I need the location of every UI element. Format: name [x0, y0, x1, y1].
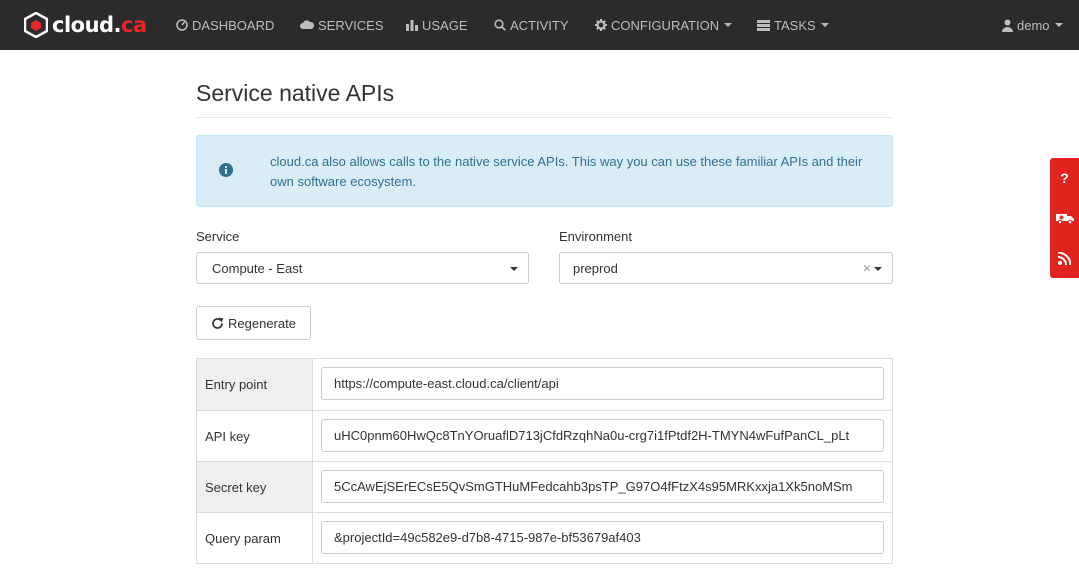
nav-usage[interactable]: USAGE	[406, 0, 468, 50]
nav-dashboard-label: DASHBOARD	[192, 17, 275, 33]
logo-text-accent: ca	[121, 13, 147, 37]
nav-configuration-label: CONFIGURATION	[611, 17, 720, 33]
cloudca-logo[interactable]: cloud.ca	[24, 10, 147, 40]
table-row: Entry point https://compute-east.cloud.c…	[197, 359, 892, 410]
cloud-icon	[300, 20, 314, 30]
api-key-label: API key	[197, 411, 313, 461]
environment-select[interactable]: preprod ×	[559, 252, 893, 284]
logo-text-main: cloud.	[52, 13, 122, 37]
clear-icon[interactable]: ×	[863, 260, 871, 276]
service-select-value: Compute - East	[212, 261, 303, 276]
api-key-field[interactable]: uHC0pnm60HwQc8TnYOruaflD713jCfdRzqhNa0u-…	[321, 419, 884, 452]
nav-dashboard[interactable]: DASHBOARD	[176, 0, 274, 50]
nav-services-label: SERVICES	[318, 17, 384, 33]
nav-usage-label: USAGE	[422, 17, 468, 33]
nav-tasks-label: TASKS	[774, 17, 816, 33]
rss-icon	[1058, 251, 1071, 265]
rss-tab[interactable]	[1050, 238, 1079, 278]
service-label: Service	[196, 229, 240, 244]
user-icon	[1002, 19, 1013, 32]
chevron-down-icon	[820, 23, 829, 27]
environment-select-value: preprod	[573, 261, 618, 276]
service-select[interactable]: Compute - East	[196, 252, 529, 284]
environment-label: Environment	[559, 229, 632, 244]
username-label: demo	[1017, 17, 1050, 33]
ambulance-icon	[1055, 214, 1074, 224]
secret-key-field[interactable]: 5CcAwEjSErECsE5QvSmGTHuMFedcahb3psTP_G97…	[321, 470, 884, 503]
chevron-down-icon	[510, 267, 518, 271]
title-divider	[196, 117, 893, 118]
query-param-field[interactable]: &projectId=49c582e9-d7b8-4715-987e-bf536…	[321, 521, 884, 554]
tasks-icon	[757, 19, 770, 31]
chevron-down-icon	[874, 267, 882, 271]
credentials-table: Entry point https://compute-east.cloud.c…	[196, 358, 893, 564]
info-alert-text: cloud.ca also allows calls to the native…	[270, 154, 863, 189]
cube-logo-icon	[24, 12, 48, 38]
gear-icon	[595, 19, 607, 31]
info-circle-icon	[219, 163, 233, 177]
nav-configuration[interactable]: CONFIGURATION	[595, 0, 733, 50]
query-param-label: Query param	[197, 513, 313, 563]
logo-text: cloud.ca	[52, 13, 147, 37]
nav-tasks[interactable]: TASKS	[757, 0, 829, 50]
secret-key-label: Secret key	[197, 462, 313, 512]
refresh-icon	[211, 317, 224, 330]
bar-chart-icon	[406, 19, 418, 31]
nav-activity-label: ACTIVITY	[510, 17, 569, 33]
table-row: API key uHC0pnm60HwQc8TnYOruaflD713jCfdR…	[197, 410, 892, 461]
regenerate-button[interactable]: Regenerate	[196, 306, 311, 340]
support-tab[interactable]	[1050, 198, 1079, 238]
chevron-down-icon	[1054, 23, 1063, 27]
table-row: Query param &projectId=49c582e9-d7b8-471…	[197, 512, 892, 563]
top-navbar: cloud.ca DASHBOARD SERVICES USAGE ACTIVI…	[0, 0, 1079, 50]
nav-activity[interactable]: ACTIVITY	[494, 0, 569, 50]
dashboard-icon	[176, 19, 188, 31]
help-tab[interactable]: ?	[1050, 158, 1079, 198]
side-tabs: ?	[1050, 158, 1079, 278]
chevron-down-icon	[724, 23, 733, 27]
info-alert: cloud.ca also allows calls to the native…	[196, 135, 893, 207]
search-icon	[494, 19, 506, 31]
entry-point-field[interactable]: https://compute-east.cloud.ca/client/api	[321, 367, 884, 400]
regenerate-label: Regenerate	[228, 315, 296, 331]
entry-point-label: Entry point	[197, 359, 313, 410]
table-row: Secret key 5CcAwEjSErECsE5QvSmGTHuMFedca…	[197, 461, 892, 512]
nav-services[interactable]: SERVICES	[300, 0, 384, 50]
help-icon: ?	[1060, 170, 1069, 186]
user-menu[interactable]: demo	[1002, 0, 1063, 50]
page-title: Service native APIs	[196, 80, 395, 106]
